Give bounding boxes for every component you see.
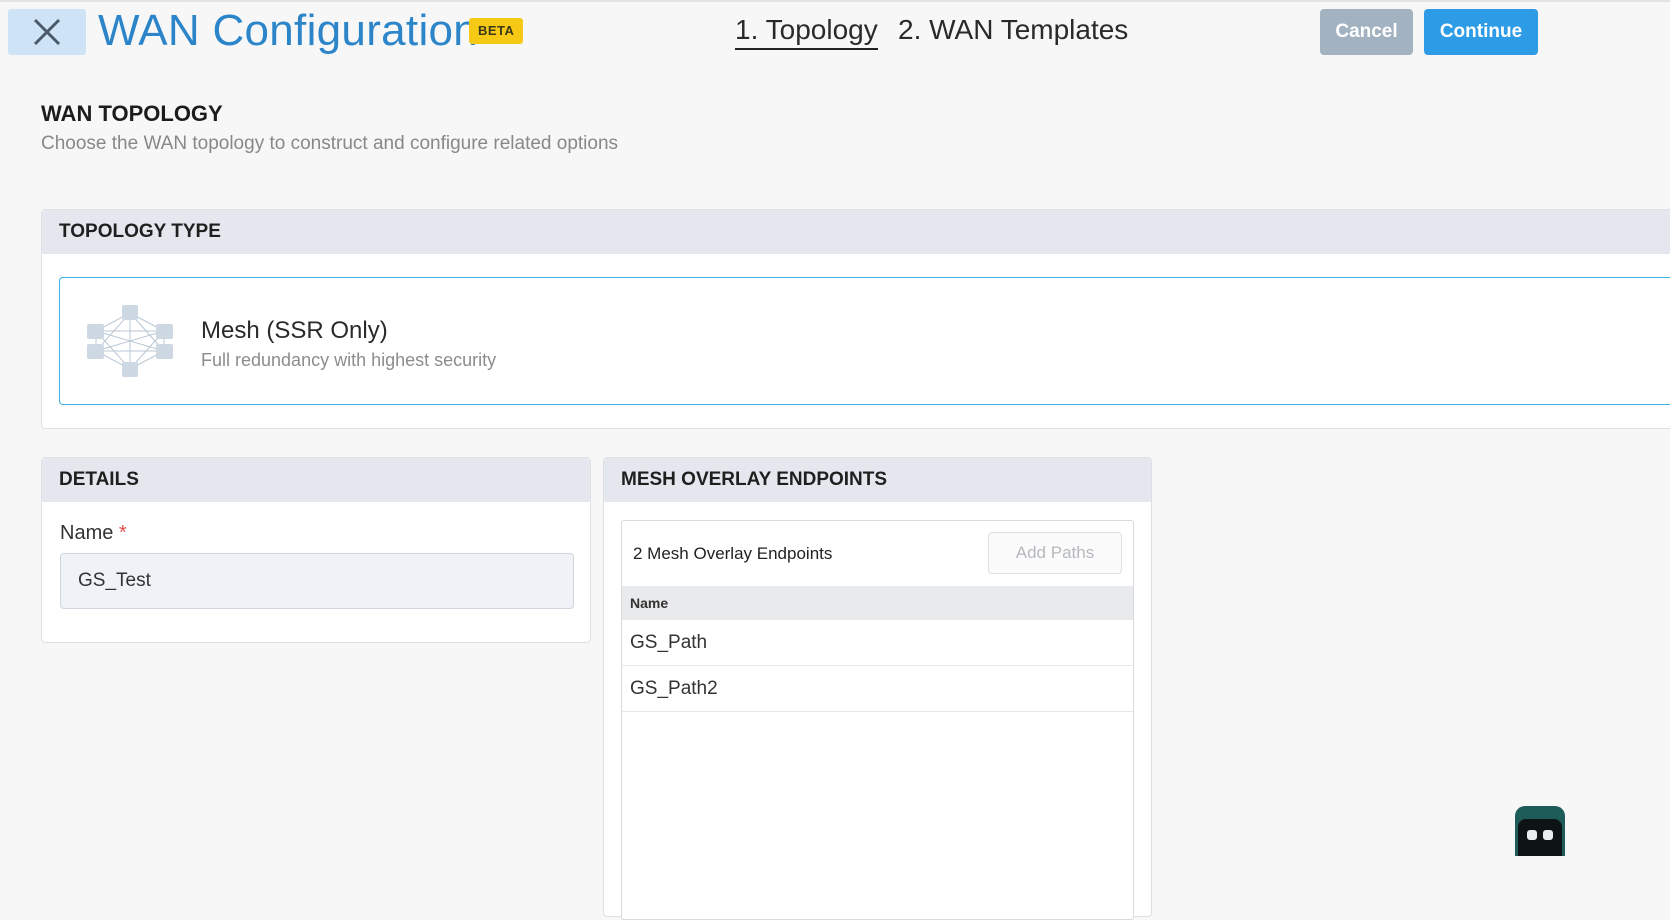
details-header: DETAILS [42,458,590,502]
table-header-name[interactable]: Name [622,586,1133,620]
bot-eye-right [1543,830,1553,840]
table-row[interactable]: GS_Path2 [622,666,1133,712]
close-button[interactable] [8,9,86,55]
topology-type-header: TOPOLOGY TYPE [42,210,1670,254]
name-input[interactable] [60,553,574,609]
top-border [0,0,1670,2]
section-subtitle: Choose the WAN topology to construct and… [41,133,619,154]
topology-option-mesh[interactable]: Mesh (SSR Only) Full redundancy with hig… [59,277,1670,405]
required-marker: * [118,522,127,544]
step-wan-templates[interactable]: 2. WAN Templates [898,14,1128,46]
page-title: WAN Configuration [98,6,479,55]
continue-button[interactable]: Continue [1424,9,1538,55]
name-field-label: Name * [60,522,127,545]
table-row[interactable]: GS_Path [622,620,1133,666]
topology-option-subtitle: Full redundancy with highest security [201,350,497,370]
name-label-text: Name [60,522,114,544]
topology-option-title: Mesh (SSR Only) [201,317,388,344]
cancel-button[interactable]: Cancel [1320,9,1413,55]
details-panel: DETAILS Name * [41,457,591,643]
step-topology[interactable]: 1. Topology [735,14,878,50]
add-paths-button[interactable]: Add Paths [988,532,1122,574]
endpoints-count: 2 Mesh Overlay Endpoints [633,544,833,563]
mesh-overlay-endpoints-panel: MESH OVERLAY ENDPOINTS 2 Mesh Overlay En… [603,457,1152,920]
close-icon [33,18,61,46]
assistant-bot-button[interactable] [1515,806,1565,856]
topology-type-panel: TOPOLOGY TYPE Mesh (SSR Only) Full redun… [41,209,1670,429]
mesh-overlay-endpoints-header: MESH OVERLAY ENDPOINTS [604,458,1151,502]
endpoints-table-container: 2 Mesh Overlay Endpoints Add Paths Name … [621,520,1134,920]
bot-eye-left [1527,830,1537,840]
bot-icon [1518,819,1562,856]
mesh-network-icon [87,305,173,377]
section-title: WAN TOPOLOGY [41,101,223,126]
beta-badge: BETA [469,18,524,44]
